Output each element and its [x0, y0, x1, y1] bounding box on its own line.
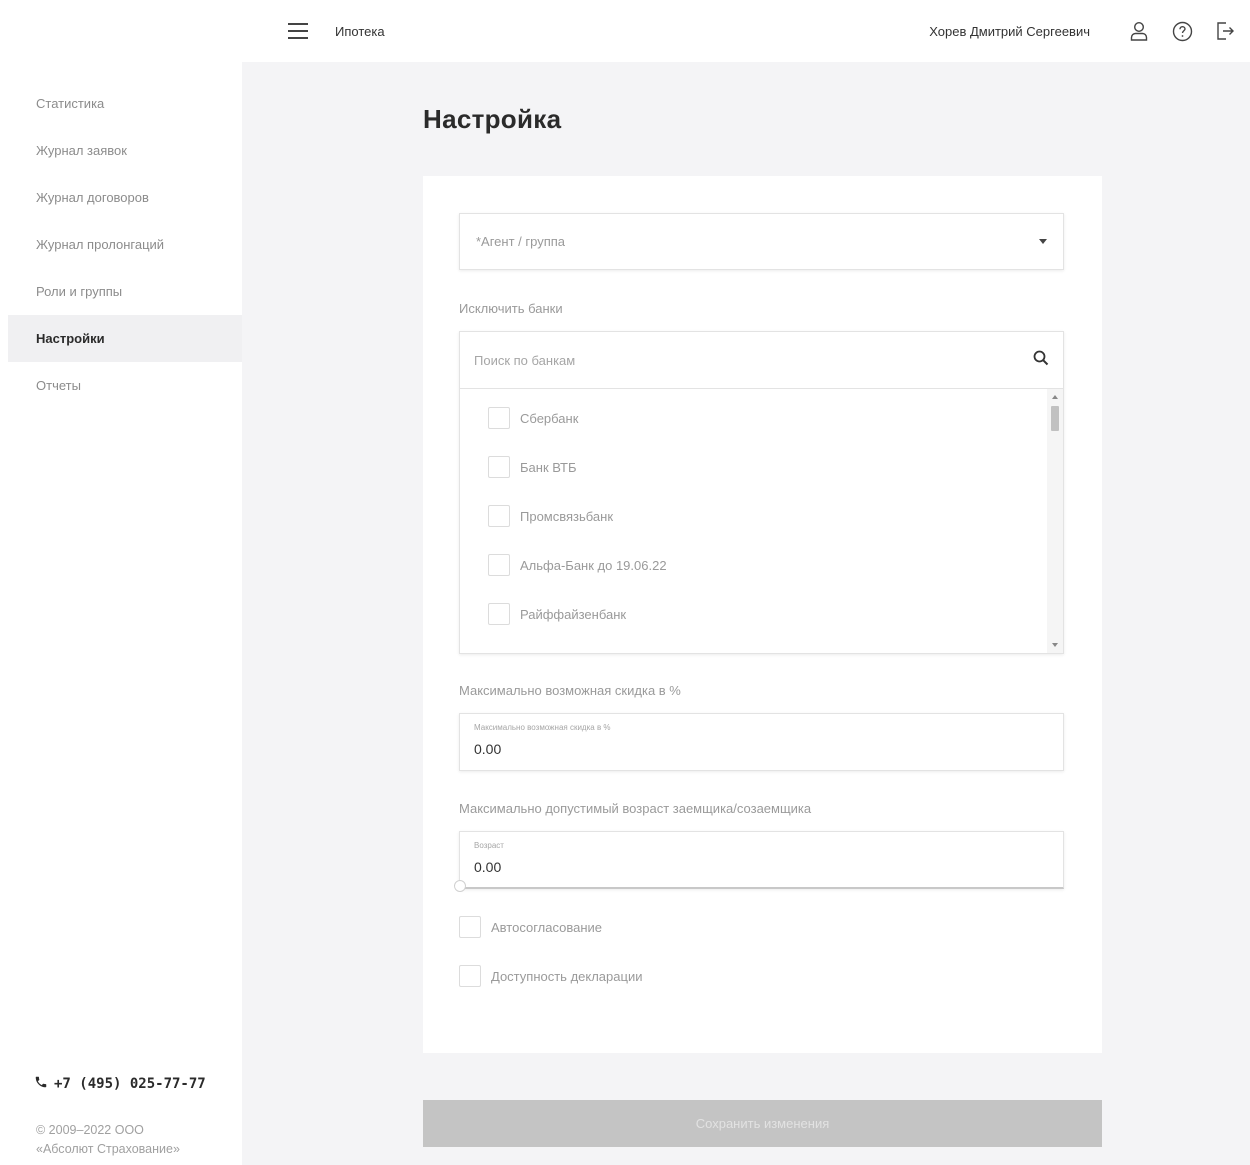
save-changes-button[interactable]: Сохранить изменения	[423, 1100, 1102, 1147]
search-icon[interactable]	[1033, 350, 1049, 371]
page-title: Настройка	[423, 104, 562, 134]
support-phone[interactable]: +7 (495) 025-77-77	[34, 1075, 206, 1093]
bank-label: Промсвязьбанк	[520, 508, 614, 524]
app-title: Ипотека	[335, 23, 385, 39]
bank-label: Сбербанк	[520, 410, 579, 426]
age-field[interactable]: Возраст	[459, 831, 1064, 889]
declaration-option[interactable]: Доступность декларации	[459, 965, 642, 987]
scroll-thumb[interactable]	[1051, 406, 1059, 431]
auto-approval-label: Автосогласование	[491, 919, 603, 935]
bank-list-box: Сбербанк Банк ВТБ Промсвязьбанк Альфа-Ба…	[459, 331, 1064, 654]
age-field-label: Возраст	[474, 841, 504, 850]
bank-item-sberbank[interactable]: Сбербанк	[488, 407, 578, 429]
exclude-banks-label: Исключить банки	[459, 301, 563, 316]
menu-icon[interactable]	[288, 23, 308, 39]
logout-icon[interactable]	[1214, 20, 1236, 42]
bank-search-input[interactable]	[474, 352, 1033, 368]
copyright-line-2: «Абсолют Страхование»	[36, 1142, 180, 1156]
bank-label: Райффайзенбанк	[520, 606, 627, 622]
agent-group-select[interactable]: *Агент / группа	[459, 213, 1064, 270]
bank-checkbox-list: Сбербанк Банк ВТБ Промсвязьбанк Альфа-Ба…	[460, 389, 1063, 653]
bank-checkbox[interactable]	[488, 505, 510, 527]
caret-down-icon	[1039, 239, 1047, 244]
sidebar-item-settings[interactable]: Настройки	[8, 315, 242, 362]
bank-checkbox[interactable]	[488, 456, 510, 478]
top-header: Ипотека Хорев Дмитрий Сергеевич	[242, 0, 1250, 62]
bank-item-vtb[interactable]: Банк ВТБ	[488, 456, 577, 478]
copyright: © 2009–2022 ООО «Абсолют Страхование»	[36, 1121, 206, 1159]
sidebar-item-reports[interactable]: Отчеты	[0, 362, 242, 409]
age-section-label: Максимально допустимый возраст заемщика/…	[459, 801, 812, 816]
sidebar-item-roles-groups[interactable]: Роли и группы	[0, 268, 242, 315]
bank-list-scrollbar[interactable]	[1047, 389, 1063, 653]
discount-field-label: Максимально возможная скидка в %	[474, 723, 611, 732]
bank-item-promsvyazbank[interactable]: Промсвязьбанк	[488, 505, 613, 527]
agent-group-placeholder: *Агент / группа	[476, 234, 566, 249]
settings-card: *Агент / группа Исключить банки Сбербанк…	[423, 176, 1102, 1053]
bank-item-alfabank[interactable]: Альфа-Банк до 19.06.22	[488, 554, 667, 576]
discount-section-label: Максимально возможная скидка в %	[459, 683, 681, 698]
sidebar-item-statistics[interactable]: Статистика	[0, 80, 242, 127]
age-input[interactable]	[474, 859, 1049, 875]
copyright-line-1: © 2009–2022 ООО	[36, 1123, 144, 1137]
sidebar: Статистика Журнал заявок Журнал договоро…	[0, 0, 242, 1165]
bank-checkbox[interactable]	[488, 603, 510, 625]
bank-item-raiffeisenbank[interactable]: Райффайзенбанк	[488, 603, 626, 625]
scroll-down-arrow-icon[interactable]	[1052, 643, 1058, 647]
declaration-checkbox[interactable]	[459, 965, 481, 987]
phone-icon	[34, 1075, 48, 1093]
bank-label: Банк ВТБ	[520, 459, 577, 475]
sidebar-item-prolongations-journal[interactable]: Журнал пролонгаций	[0, 221, 242, 268]
age-field-handle	[454, 880, 466, 892]
sidebar-footer: +7 (495) 025-77-77 © 2009–2022 ООО «Абсо…	[34, 1075, 206, 1165]
sidebar-item-contracts-journal[interactable]: Журнал договоров	[0, 174, 242, 221]
auto-approval-option[interactable]: Автосогласование	[459, 916, 602, 938]
logo-area	[0, 0, 242, 62]
user-name[interactable]: Хорев Дмитрий Сергеевич	[929, 24, 1090, 39]
sidebar-item-applications-journal[interactable]: Журнал заявок	[0, 127, 242, 174]
scroll-up-arrow-icon[interactable]	[1052, 395, 1058, 399]
sidebar-nav: Статистика Журнал заявок Журнал договоро…	[0, 80, 242, 409]
bank-search-bar	[460, 332, 1063, 389]
bank-label: Альфа-Банк до 19.06.22	[520, 557, 667, 573]
bank-checkbox[interactable]	[488, 407, 510, 429]
user-icon[interactable]	[1128, 20, 1150, 42]
bank-checkbox[interactable]	[488, 554, 510, 576]
phone-number: +7 (495) 025-77-77	[54, 1076, 206, 1092]
help-icon[interactable]	[1171, 20, 1193, 42]
declaration-label: Доступность декларации	[491, 968, 643, 984]
discount-input[interactable]	[474, 741, 1049, 757]
discount-field[interactable]: Максимально возможная скидка в %	[459, 713, 1064, 771]
auto-approval-checkbox[interactable]	[459, 916, 481, 938]
